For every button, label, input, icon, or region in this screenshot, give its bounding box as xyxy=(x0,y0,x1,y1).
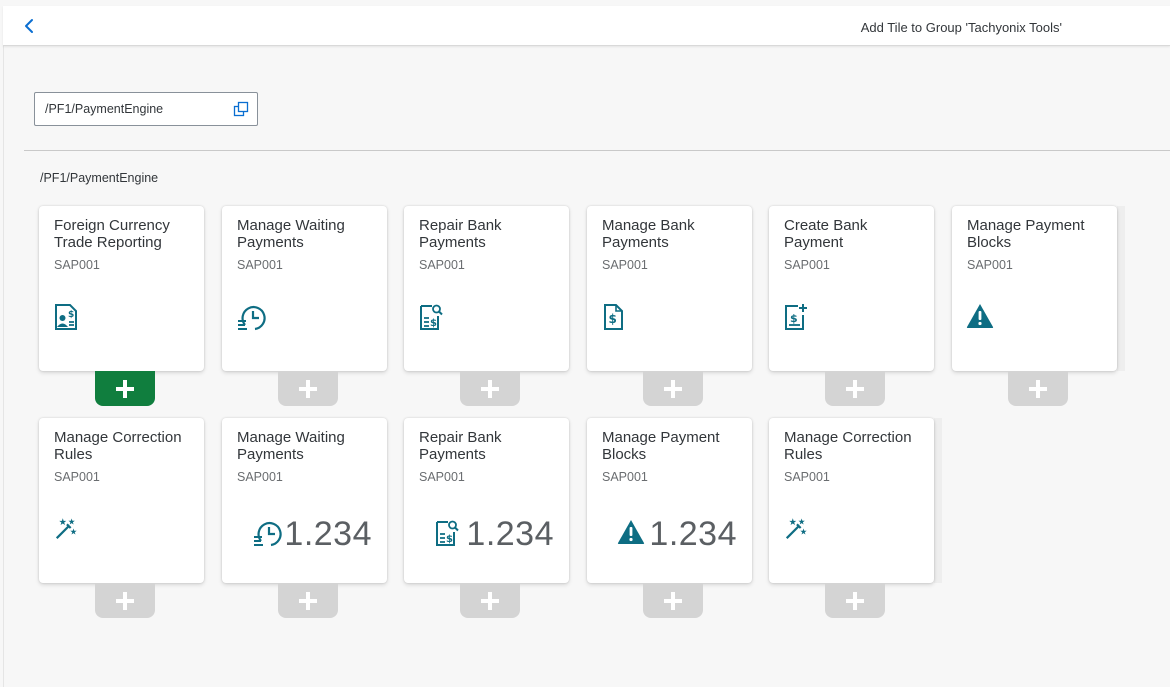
add-tile-button[interactable] xyxy=(460,583,520,618)
tile-subtitle: SAP001 xyxy=(237,470,283,484)
document-add-dollar-icon: $ xyxy=(783,303,809,331)
app-tile[interactable]: Manage Payment Blocks SAP001 1.234 xyxy=(587,418,752,583)
svg-text:$: $ xyxy=(790,312,798,325)
svg-text:$: $ xyxy=(609,312,617,326)
tile-subtitle: SAP001 xyxy=(602,470,648,484)
app-tile[interactable]: Manage Waiting Payments SAP001 xyxy=(222,206,387,371)
app-tile[interactable]: Manage Bank Payments SAP001 $ xyxy=(587,206,752,371)
add-tile-button[interactable] xyxy=(95,583,155,618)
tile-title: Repair Bank Payments xyxy=(419,429,502,463)
chevron-left-icon xyxy=(25,19,33,33)
tile-title: Manage Correction Rules xyxy=(54,429,182,463)
plus-icon xyxy=(846,591,864,610)
add-tile-button[interactable] xyxy=(643,583,703,618)
svg-text:★: ★ xyxy=(59,517,67,528)
plus-icon xyxy=(664,379,682,398)
value-help-icon[interactable] xyxy=(233,101,249,117)
list-clock-icon xyxy=(252,519,283,549)
magic-wand-icon: ★ ★ ★ xyxy=(783,515,809,543)
catalog-section-title: /PF1/PaymentEngine xyxy=(40,171,159,185)
app-tile[interactable]: Manage Payment Blocks SAP001 xyxy=(952,206,1117,371)
svg-text:$: $ xyxy=(446,534,453,545)
tile-kpi-value: 1.234 xyxy=(466,514,554,553)
tile-subtitle: SAP001 xyxy=(784,258,830,272)
tile-kpi-value: 1.234 xyxy=(649,514,737,553)
app-tile[interactable]: Manage Correction Rules SAP001 ★ ★ ★ xyxy=(769,418,934,583)
tile-title: Manage Waiting Payments xyxy=(237,429,345,463)
tile-kpi: $1.234 xyxy=(434,514,554,554)
tile-kpi: 1.234 xyxy=(617,514,737,554)
tile-subtitle: SAP001 xyxy=(54,470,100,484)
back-button[interactable] xyxy=(17,14,41,38)
tile-subtitle: SAP001 xyxy=(967,258,1013,272)
tile-edge-shadow xyxy=(934,418,942,583)
plus-icon xyxy=(299,591,317,610)
plus-icon xyxy=(116,591,134,610)
svg-text:$: $ xyxy=(68,310,74,320)
svg-text:★: ★ xyxy=(789,517,797,528)
svg-text:★: ★ xyxy=(70,527,77,537)
tile-subtitle: SAP001 xyxy=(237,258,283,272)
svg-text:$: $ xyxy=(430,318,437,329)
page-title: Add Tile to Group 'Tachyonix Tools' xyxy=(860,20,1062,35)
add-tile-button[interactable] xyxy=(460,371,520,406)
tile-kpi-value: 1.234 xyxy=(284,514,372,553)
app-tile[interactable]: Manage Waiting Payments SAP001 1.234 xyxy=(222,418,387,583)
svg-text:★: ★ xyxy=(798,516,805,526)
tile-title: Manage Bank Payments xyxy=(602,217,695,251)
alert-icon xyxy=(966,303,994,331)
section-divider xyxy=(24,150,1170,151)
plus-icon xyxy=(116,379,134,398)
tile-subtitle: SAP001 xyxy=(54,258,100,272)
tile-subtitle: SAP001 xyxy=(419,470,465,484)
tile-title: Manage Payment Blocks xyxy=(967,217,1085,251)
plus-icon xyxy=(1029,379,1047,398)
header-bar: Add Tile to Group 'Tachyonix Tools' xyxy=(3,6,1170,46)
tile-title: Manage Payment Blocks xyxy=(602,429,720,463)
remove-tile-button[interactable] xyxy=(95,371,155,406)
app-tile[interactable]: Repair Bank Payments SAP001 $ xyxy=(404,206,569,371)
tile-subtitle: SAP001 xyxy=(419,258,465,272)
catalog-select-value: /PF1/PaymentEngine xyxy=(45,102,164,116)
add-tile-button[interactable] xyxy=(278,583,338,618)
tile-subtitle: SAP001 xyxy=(784,470,830,484)
tile-kpi: 1.234 xyxy=(252,514,372,554)
document-dollar-icon: $ xyxy=(601,303,627,331)
app-tile[interactable]: Create Bank Payment SAP001 $ xyxy=(769,206,934,371)
plus-icon xyxy=(299,379,317,398)
tile-edge-shadow xyxy=(1117,206,1125,371)
document-search-dollar-icon: $ xyxy=(434,519,462,549)
document-person-dollar-icon: $ xyxy=(53,303,79,331)
tile-title: Foreign Currency Trade Reporting xyxy=(54,217,170,251)
add-tile-button[interactable] xyxy=(825,583,885,618)
list-clock-icon xyxy=(236,303,266,331)
add-tile-button[interactable] xyxy=(1008,371,1068,406)
tile-title: Repair Bank Payments xyxy=(419,217,502,251)
app-tile[interactable]: Manage Correction Rules SAP001 ★ ★ ★ xyxy=(39,418,204,583)
document-search-dollar-icon: $ xyxy=(418,303,444,331)
tile-subtitle: SAP001 xyxy=(602,258,648,272)
add-tile-button[interactable] xyxy=(825,371,885,406)
app-tile[interactable]: Foreign Currency Trade Reporting SAP001 $ xyxy=(39,206,204,371)
plus-icon xyxy=(846,379,864,398)
alert-icon xyxy=(617,519,645,549)
svg-text:★: ★ xyxy=(68,516,75,526)
catalog-select-field[interactable]: /PF1/PaymentEngine xyxy=(34,92,258,126)
magic-wand-icon: ★ ★ ★ xyxy=(53,515,79,543)
add-tile-button[interactable] xyxy=(643,371,703,406)
plus-icon xyxy=(481,591,499,610)
tile-title: Manage Waiting Payments xyxy=(237,217,345,251)
plus-icon xyxy=(481,379,499,398)
tile-title: Manage Correction Rules xyxy=(784,429,912,463)
plus-icon xyxy=(664,591,682,610)
tile-title: Create Bank Payment xyxy=(784,217,868,251)
svg-text:★: ★ xyxy=(800,527,807,537)
app-tile[interactable]: Repair Bank Payments SAP001 $1.234 xyxy=(404,418,569,583)
add-tile-button[interactable] xyxy=(278,371,338,406)
